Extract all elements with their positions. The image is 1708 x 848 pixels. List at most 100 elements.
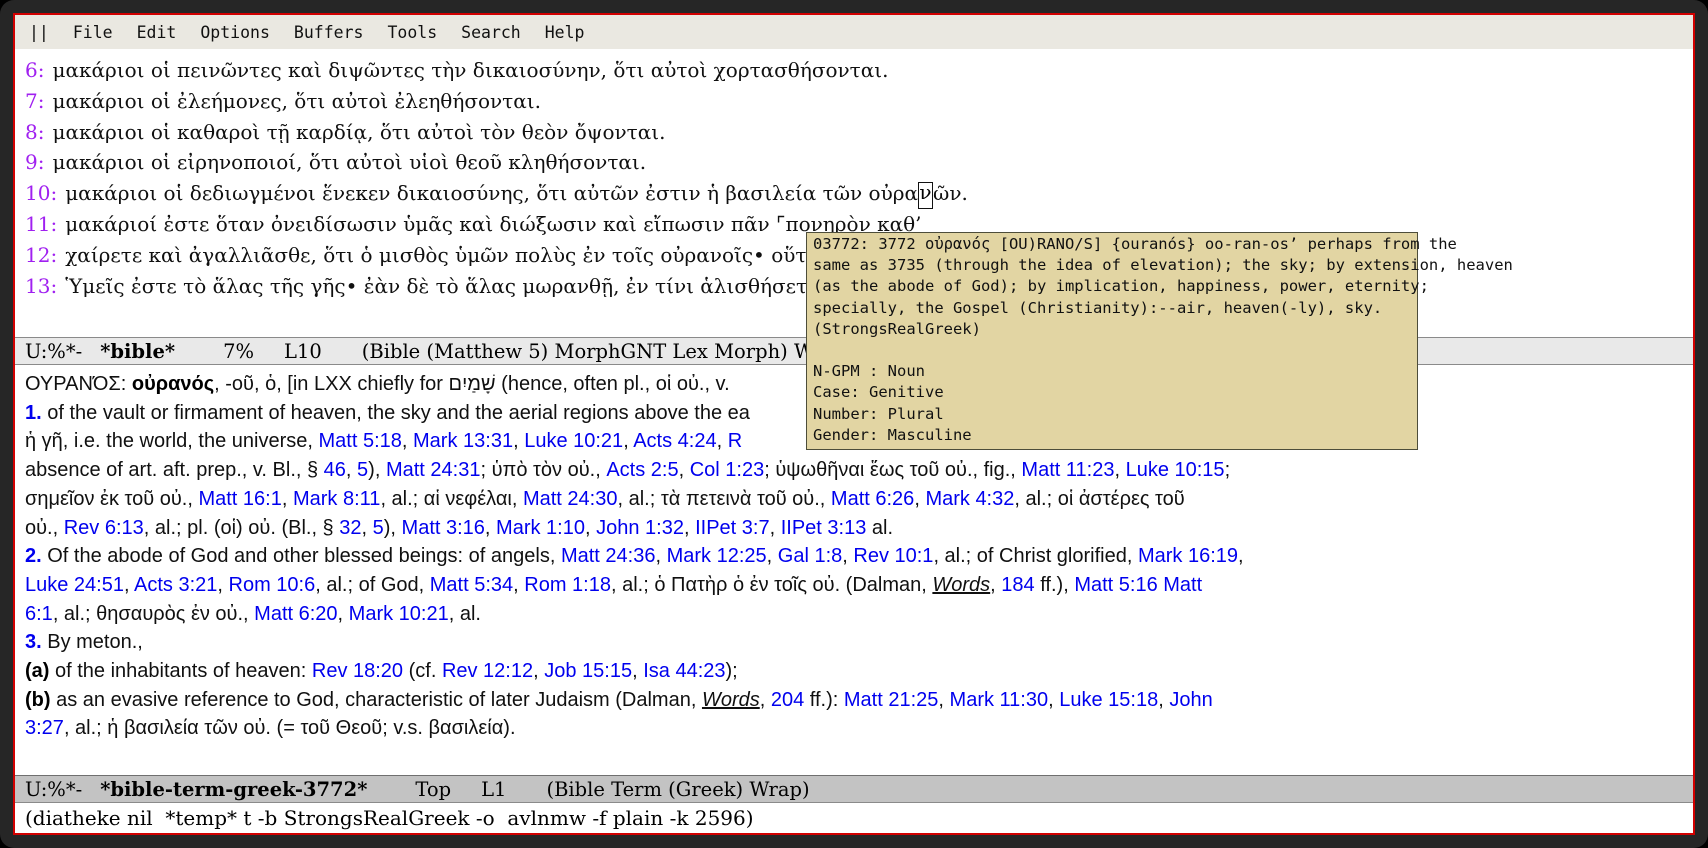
modeline-buffer-name[interactable]: *bible*: [100, 340, 175, 363]
bible-ref-link[interactable]: 184: [1001, 574, 1034, 596]
menu-item-bars[interactable]: ||: [29, 23, 49, 42]
text-segment: ,: [362, 517, 373, 539]
bible-ref-link[interactable]: John 1:32: [596, 517, 684, 539]
lexicon-line: 2. Of the abode of God and other blessed…: [25, 542, 1693, 571]
bible-ref-link[interactable]: Gal 1:8: [778, 545, 842, 567]
text-segment: , al.; τὰ πετεινὰ τοῦ οὐ.,: [617, 488, 830, 510]
bible-ref-link[interactable]: Rev 18:20: [312, 660, 403, 682]
verse-number: 6:: [25, 58, 44, 82]
bible-ref-link[interactable]: Matt 11:23: [1021, 459, 1114, 481]
bible-ref-link[interactable]: 6:1: [25, 603, 53, 625]
modeline-modes[interactable]: (Bible (Matthew 5) MorphGNT Lex Morph) W…: [362, 340, 854, 363]
text-segment: ,: [338, 603, 349, 625]
menu-item-file[interactable]: File: [73, 23, 113, 42]
text-segment: Of the abode of God and other blessed be…: [42, 545, 561, 567]
bible-ref-link[interactable]: Luke 15:18: [1059, 689, 1158, 711]
bible-ref-link[interactable]: Col 1:23: [690, 459, 765, 481]
text-segment: al.: [866, 517, 893, 539]
menu-item-help[interactable]: Help: [545, 23, 585, 42]
bible-ref-link[interactable]: Matt 24:30: [523, 488, 618, 510]
bible-ref-link[interactable]: Rev 6:13: [64, 517, 144, 539]
bible-ref-link[interactable]: Mark 13:31: [413, 430, 513, 452]
lexicon-line: 3. By meton.,: [25, 628, 1693, 657]
bible-ref-link[interactable]: Matt 5:16 Matt: [1074, 574, 1202, 596]
bible-ref-link[interactable]: IIPet 3:13: [781, 517, 867, 539]
menu-item-options[interactable]: Options: [200, 23, 270, 42]
bible-ref-link[interactable]: Mark 10:21: [349, 603, 449, 625]
bible-ref-link[interactable]: Job 15:15: [544, 660, 632, 682]
modeline-term-greek[interactable]: U:%*- *bible-term-greek-3772* Top L1 (Bi…: [15, 775, 1693, 803]
text-segment: ,: [585, 517, 596, 539]
menu-item-edit[interactable]: Edit: [137, 23, 177, 42]
text-segment: );: [726, 660, 738, 682]
text-segment: ,: [513, 574, 524, 596]
bible-ref-link[interactable]: 5: [373, 517, 384, 539]
bible-ref-link[interactable]: 32: [339, 517, 361, 539]
bible-ref-link[interactable]: Matt 5:18: [319, 430, 402, 452]
echo-area[interactable]: (diatheke nil *temp* t -b StrongsRealGre…: [15, 803, 1693, 833]
echo-text: (diatheke nil *temp* t -b StrongsRealGre…: [25, 806, 754, 830]
text-segment: ἡ γῆ, i.e. the world, the universe,: [25, 430, 319, 452]
text-segment: , al.; αἱ νεφέλαι,: [380, 488, 523, 510]
tooltip-line: Case: Genitive: [813, 382, 1410, 403]
bible-ref-link[interactable]: Acts 2:5: [606, 459, 678, 481]
lexicon-line: (b) as an evasive reference to God, char…: [25, 686, 1693, 715]
bible-ref-link[interactable]: Matt 16:1: [198, 488, 281, 510]
bible-ref-link[interactable]: Mark 4:32: [925, 488, 1014, 510]
text-segment: ,: [632, 660, 643, 682]
tooltip-line: specially, the Gospel (Christianity):--a…: [813, 298, 1410, 319]
text-segment: ,: [124, 574, 134, 596]
bible-ref-link[interactable]: Matt 6:26: [831, 488, 914, 510]
tooltip-line: 03772: 3772 οὐρανός [OU)RANO/S] {ouranós…: [813, 234, 1410, 255]
bible-ref-link[interactable]: Matt 3:16: [402, 517, 485, 539]
bible-ref-link[interactable]: Mark 16:19: [1138, 545, 1238, 567]
bible-ref-link[interactable]: 204: [771, 689, 804, 711]
text-segment: ; ὑψωθῆναι ἕως τοῦ οὐ., fig.,: [764, 459, 1021, 481]
menu-item-buffers[interactable]: Buffers: [294, 23, 364, 42]
modeline-modes[interactable]: (Bible Term (Greek) Wrap): [546, 778, 809, 801]
text-segment: Words: [702, 689, 760, 711]
bible-ref-link[interactable]: Matt 24:36: [561, 545, 656, 567]
bible-ref-link[interactable]: Acts 3:21: [134, 574, 217, 596]
emacs-window: ||FileEditOptionsBuffersToolsSearchHelp …: [0, 0, 1708, 848]
bible-ref-link[interactable]: 46: [324, 459, 346, 481]
bible-ref-link[interactable]: Matt 5:34: [430, 574, 513, 596]
bible-ref-link[interactable]: Rom 10:6: [229, 574, 316, 596]
bible-ref-link[interactable]: IIPet 3:7: [695, 517, 770, 539]
text-segment: ,: [655, 545, 666, 567]
text-segment: ,: [1238, 545, 1244, 567]
bible-ref-link[interactable]: Matt 24:31: [386, 459, 481, 481]
lexicon-line: 6:1, al.; θησαυρὸς ἐν οὐ., Matt 6:20, Ma…: [25, 600, 1693, 629]
bible-ref-link[interactable]: 3:27: [25, 717, 64, 739]
bible-ref-link[interactable]: Rom 1:18: [524, 574, 611, 596]
menu-item-search[interactable]: Search: [461, 23, 521, 42]
text-segment: , al.; θησαυρὸς ἐν οὐ.,: [53, 603, 254, 625]
bible-ref-link[interactable]: Mark 11:30: [950, 689, 1049, 711]
text-segment: οὐρανός: [132, 373, 214, 395]
tooltip-line: Number: Plural: [813, 404, 1410, 425]
bible-ref-link[interactable]: Matt 21:25: [844, 689, 939, 711]
bible-ref-link[interactable]: John: [1169, 689, 1212, 711]
modeline-buffer-name[interactable]: *bible-term-greek-3772*: [100, 778, 367, 801]
text-segment: ,: [990, 574, 1001, 596]
bible-ref-link[interactable]: Mark 12:25: [667, 545, 767, 567]
bible-ref-link[interactable]: Luke 10:21: [524, 430, 623, 452]
bible-ref-link[interactable]: Rev 12:12: [442, 660, 533, 682]
verse-number: 9:: [25, 150, 44, 174]
bible-ref-link[interactable]: 5: [357, 459, 368, 481]
tooltip-line: (as the abode of God); by implication, h…: [813, 276, 1410, 297]
bible-ref-link[interactable]: Rev 10:1: [853, 545, 933, 567]
lexicon-line: (a) of the inhabitants of heaven: Rev 18…: [25, 657, 1693, 686]
verse-number: 11:: [25, 212, 57, 236]
bible-ref-link[interactable]: Luke 24:51: [25, 574, 124, 596]
text-segment: (cf.: [403, 660, 442, 682]
bible-ref-link[interactable]: Mark 1:10: [496, 517, 585, 539]
bible-ref-link[interactable]: Mark 8:11: [293, 488, 380, 510]
text-segment: , al.; of Christ glorified,: [933, 545, 1138, 567]
bible-ref-link[interactable]: Matt 6:20: [254, 603, 337, 625]
bible-ref-link[interactable]: Luke 10:15: [1126, 459, 1225, 481]
bible-ref-link[interactable]: R: [728, 430, 742, 452]
bible-ref-link[interactable]: Isa 44:23: [643, 660, 725, 682]
menu-item-tools[interactable]: Tools: [387, 23, 437, 42]
bible-ref-link[interactable]: Acts 4:24: [633, 430, 716, 452]
